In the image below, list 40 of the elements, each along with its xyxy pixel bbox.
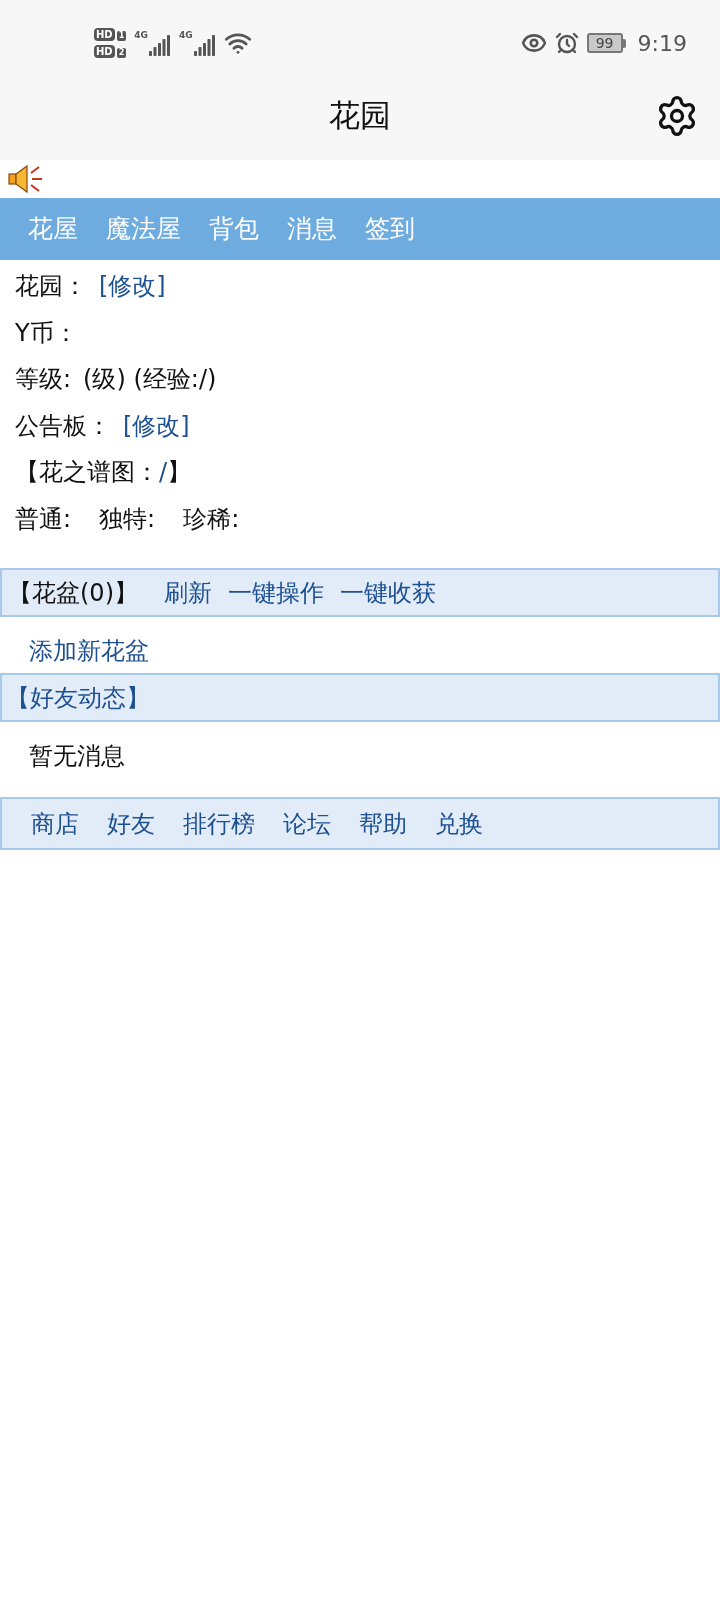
page-title: 花园 [329, 96, 391, 135]
info-label: 【花之谱图： [15, 457, 159, 489]
info-label: 等级: [15, 364, 72, 396]
info-label: 独特: [99, 503, 156, 535]
network-type: 4G [178, 30, 193, 40]
sim-slot-badge: 1 [116, 31, 127, 41]
section-title-link[interactable]: 【好友动态】 [6, 681, 150, 714]
signal-bars-icon [193, 34, 216, 56]
info-label: 】 [167, 457, 192, 489]
footer-link[interactable]: 论坛 [283, 807, 331, 840]
footer-link[interactable]: 排行榜 [183, 807, 255, 840]
info-label: 普通: [15, 503, 72, 535]
footer-link[interactable]: 商店 [31, 807, 79, 840]
signal-bars-icon [148, 34, 171, 56]
info-label: 公告板： [15, 410, 111, 442]
network-type: 4G [134, 30, 148, 40]
footer-link[interactable]: 帮助 [359, 807, 407, 840]
info-label: 花园： [15, 271, 87, 303]
sim-slot-badge: 2 [116, 48, 127, 58]
edit-link[interactable]: / [159, 458, 168, 487]
edit-link[interactable]: [修改] [99, 270, 166, 303]
clock-time: 9:19 [637, 30, 687, 56]
edit-link[interactable]: [修改] [123, 409, 190, 442]
info-label: 珍稀: [183, 503, 240, 535]
footer-link[interactable]: 好友 [107, 807, 155, 840]
info-label: (级) (经验:/) [83, 364, 217, 396]
action-link[interactable]: 一键操作 [228, 576, 324, 609]
info-label: Y币： [15, 317, 78, 349]
alarm-icon [554, 31, 579, 55]
section-title: 【花盆(0)】 [8, 577, 138, 609]
hd-badge: HD [94, 28, 115, 41]
speaker-icon[interactable] [8, 164, 44, 194]
footer-link[interactable]: 兑换 [435, 807, 483, 840]
empty-message: 暂无消息 [29, 741, 125, 771]
action-link[interactable]: 一键收获 [340, 576, 436, 609]
battery-level: 99 [586, 33, 623, 53]
action-link[interactable]: 刷新 [164, 576, 212, 609]
battery-tip-icon [622, 38, 626, 48]
hd-badge: HD [94, 45, 115, 58]
add-pot-link[interactable]: 添加新花盆 [29, 635, 149, 667]
